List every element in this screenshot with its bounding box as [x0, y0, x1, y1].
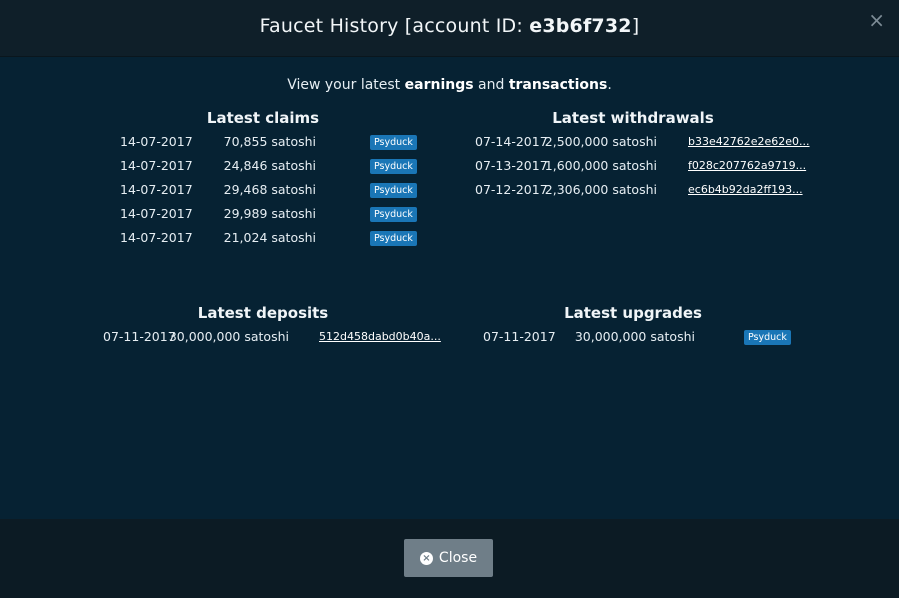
- title-prefix: Faucet History [account ID:: [259, 15, 530, 37]
- account-id: e3b6f732: [529, 15, 632, 37]
- modal-header: Faucet History [account ID: e3b6f732] ×: [0, 0, 899, 57]
- claims-date: 14-07-2017: [120, 206, 193, 221]
- claims-amount: 21,024 satoshi: [223, 230, 316, 245]
- withdrawals-date: 07-12-2017: [475, 182, 548, 197]
- modal-title: Faucet History [account ID: e3b6f732]: [0, 15, 899, 37]
- close-button-label: Close: [438, 550, 478, 566]
- claims-row: 14-07-2017 21,024 satoshi Psyduck: [0, 230, 899, 246]
- upgrades-badge: Psyduck: [744, 330, 791, 345]
- intro-text: View your latest earnings and transactio…: [287, 77, 612, 93]
- modal-footer: × Close: [0, 519, 899, 598]
- claims-title: Latest claims: [206, 109, 320, 127]
- upgrades-row: 07-11-2017 30,000,000 satoshi Psyduck: [0, 329, 899, 345]
- withdrawals-amount: 2,500,000 satoshi: [544, 134, 657, 149]
- withdrawals-row: 07-12-2017 2,306,000 satoshi ec6b4b92da2ff…: [0, 182, 899, 198]
- withdrawals-amount: 1,600,000 satoshi: [544, 158, 657, 173]
- close-icon[interactable]: ×: [868, 10, 885, 30]
- withdrawals-date: 07-13-2017: [475, 158, 548, 173]
- withdrawals-date: 07-14-2017: [475, 134, 548, 149]
- claims-badge: Psyduck: [370, 207, 417, 222]
- title-suffix: ]: [631, 15, 640, 37]
- upgrades-title: Latest upgrades: [564, 304, 702, 322]
- withdrawals-tx-link[interactable]: ec6b4b92da2ff193...: [688, 183, 803, 196]
- upgrades-amount: 30,000,000 satoshi: [574, 329, 695, 344]
- withdrawals-tx-link[interactable]: b33e42762e2e62e0...: [688, 135, 810, 148]
- close-button[interactable]: × Close: [404, 539, 493, 577]
- upgrades-date: 07-11-2017: [483, 329, 556, 344]
- withdrawals-title: Latest withdrawals: [552, 109, 714, 127]
- claims-date: 14-07-2017: [120, 230, 193, 245]
- withdrawals-tx-link[interactable]: f028c207762a9719...: [688, 159, 806, 172]
- close-circle-icon: ×: [419, 551, 433, 565]
- deposits-title: Latest deposits: [197, 304, 329, 322]
- withdrawals-amount: 2,306,000 satoshi: [544, 182, 657, 197]
- claims-amount: 29,989 satoshi: [223, 206, 316, 221]
- claims-badge: Psyduck: [370, 231, 417, 246]
- withdrawals-row: 07-13-2017 1,600,000 satoshi f028c207762a9…: [0, 158, 899, 174]
- claims-row: 14-07-2017 29,989 satoshi Psyduck: [0, 206, 899, 222]
- modal-body: View your latest earnings and transactio…: [0, 57, 899, 519]
- withdrawals-row: 07-14-2017 2,500,000 satoshi b33e42762e2e6…: [0, 134, 899, 150]
